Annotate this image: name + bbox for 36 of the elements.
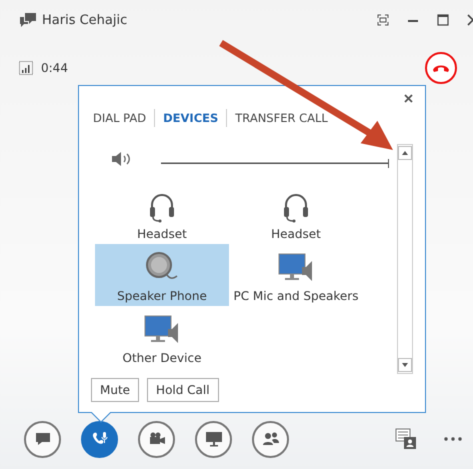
phone-handset-icon — [432, 63, 450, 73]
headset-icon — [149, 193, 175, 223]
device-option[interactable]: Headset — [229, 182, 363, 244]
tab[interactable]: TRANSFER CALL — [235, 111, 336, 125]
signal-icon — [19, 61, 33, 75]
device-option[interactable]: Speaker Phone — [95, 244, 229, 306]
contact-card-icon[interactable] — [395, 428, 417, 450]
chat-button[interactable] — [24, 420, 61, 458]
window-title: Haris Cehajic — [42, 12, 128, 28]
monitor-icon — [204, 431, 222, 447]
people-button[interactable] — [252, 420, 289, 458]
device-option[interactable]: Headset — [95, 182, 229, 244]
speaker-icon — [111, 151, 133, 167]
tab[interactable]: DIAL PAD — [93, 111, 154, 125]
scrollbar[interactable] — [397, 144, 413, 374]
call-duration: 0:44 — [41, 61, 68, 75]
tab[interactable]: DEVICES — [163, 111, 226, 125]
device-option[interactable]: PC Mic and Speakers — [229, 244, 363, 306]
call-button[interactable] — [81, 420, 118, 458]
screen-button[interactable] — [195, 420, 232, 458]
scroll-down-icon[interactable] — [398, 358, 412, 372]
people-icon — [262, 431, 280, 447]
call-action-button[interactable]: Mute — [91, 378, 140, 402]
full-screen-icon[interactable] — [377, 14, 389, 26]
maximize-icon[interactable] — [437, 14, 449, 26]
more-options-icon[interactable] — [443, 436, 463, 442]
chat-bubble-icon — [20, 13, 36, 27]
video-button[interactable] — [138, 420, 175, 458]
scroll-up-icon[interactable] — [398, 146, 412, 160]
hang-up-button[interactable] — [425, 52, 457, 84]
device-option[interactable]: Other Device — [95, 306, 229, 368]
headset-icon — [283, 193, 309, 223]
video-camera-icon — [148, 432, 166, 446]
close-icon[interactable] — [404, 94, 413, 103]
chat-icon — [34, 432, 50, 446]
call-action-button[interactable]: Hold Call — [147, 378, 219, 402]
